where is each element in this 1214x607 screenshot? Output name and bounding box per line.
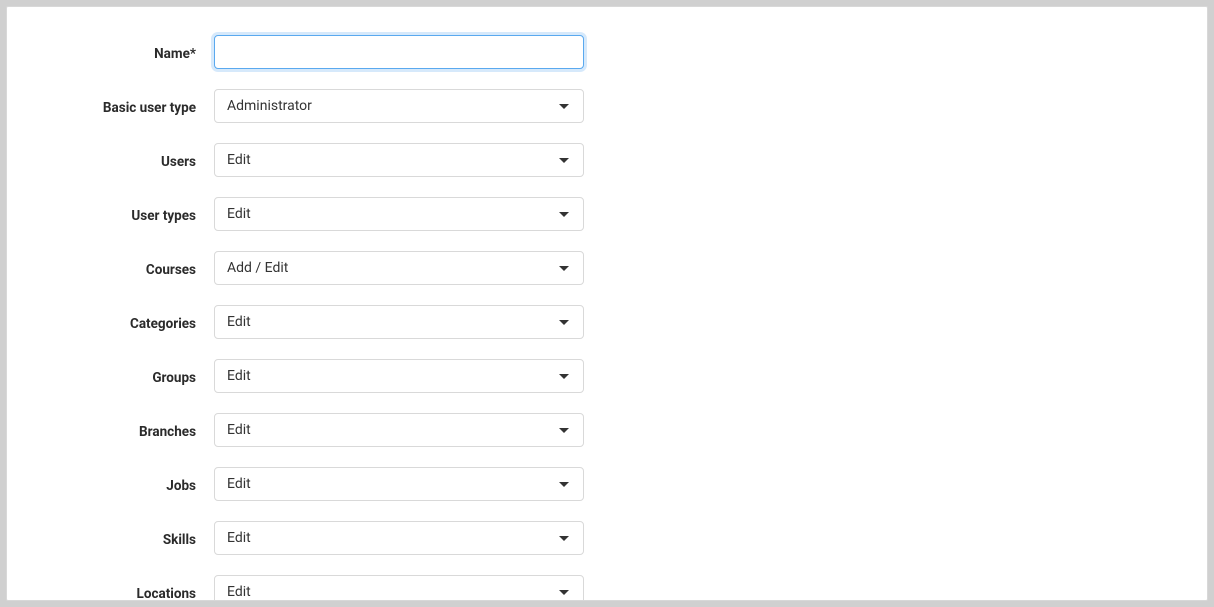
basic-user-type-dropdown[interactable]: Administrator [214,89,584,123]
user-type-form: Name* Basic user type Administrator Users Ed… [7,35,1207,601]
users-control-wrap: Edit [214,143,584,177]
chevron-down-icon [559,158,569,163]
chevron-down-icon [559,536,569,541]
name-control-wrap [214,35,584,69]
branches-dropdown[interactable]: Edit [214,413,584,447]
users-dropdown[interactable]: Edit [214,143,584,177]
locations-control-wrap: Edit [214,575,584,601]
skills-dropdown-value: Edit [227,530,251,546]
groups-dropdown[interactable]: Edit [214,359,584,393]
branches-dropdown-value: Edit [227,422,251,438]
categories-label: Categories [130,316,196,332]
jobs-dropdown-value: Edit [227,476,251,492]
user-types-control-wrap: Edit [214,197,584,231]
basic-user-type-label: Basic user type [103,100,196,116]
chevron-down-icon [559,374,569,379]
form-row-name: Name* [7,35,1207,69]
courses-control-wrap: Add / Edit [214,251,584,285]
chevron-down-icon [559,590,569,595]
basic-user-type-dropdown-value: Administrator [227,98,312,114]
form-row-branches: Branches Edit [7,413,1207,447]
branches-control-wrap: Edit [214,413,584,447]
groups-label: Groups [152,370,196,386]
form-row-user-types: User types Edit [7,197,1207,231]
chevron-down-icon [559,104,569,109]
jobs-label-wrap: Jobs [7,475,214,494]
basic-user-type-control-wrap: Administrator [214,89,584,123]
form-panel: Name* Basic user type Administrator Users Ed… [6,6,1208,601]
courses-dropdown[interactable]: Add / Edit [214,251,584,285]
form-row-skills: Skills Edit [7,521,1207,555]
basic-user-type-label-wrap: Basic user type [7,97,214,116]
courses-label: Courses [146,262,196,278]
users-label-wrap: Users [7,151,214,170]
locations-label: Locations [137,586,196,602]
jobs-control-wrap: Edit [214,467,584,501]
users-dropdown-value: Edit [227,152,251,168]
form-row-jobs: Jobs Edit [7,467,1207,501]
users-label: Users [161,154,196,170]
chevron-down-icon [559,266,569,271]
chevron-down-icon [559,428,569,433]
user-types-label: User types [131,208,196,224]
user-types-dropdown[interactable]: Edit [214,197,584,231]
locations-dropdown[interactable]: Edit [214,575,584,601]
courses-dropdown-value: Add / Edit [227,260,288,276]
locations-dropdown-value: Edit [227,584,251,600]
jobs-dropdown[interactable]: Edit [214,467,584,501]
groups-dropdown-value: Edit [227,368,251,384]
branches-label-wrap: Branches [7,421,214,440]
name-input[interactable] [214,35,584,69]
chevron-down-icon [559,212,569,217]
form-row-locations: Locations Edit [7,575,1207,601]
categories-dropdown[interactable]: Edit [214,305,584,339]
skills-dropdown[interactable]: Edit [214,521,584,555]
jobs-label: Jobs [166,478,196,494]
chevron-down-icon [559,482,569,487]
locations-label-wrap: Locations [7,583,214,602]
user-types-dropdown-value: Edit [227,206,251,222]
categories-control-wrap: Edit [214,305,584,339]
form-row-categories: Categories Edit [7,305,1207,339]
form-row-courses: Courses Add / Edit [7,251,1207,285]
name-label-wrap: Name* [7,43,214,62]
skills-label-wrap: Skills [7,529,214,548]
name-label: Name* [154,46,196,62]
user-types-label-wrap: User types [7,205,214,224]
chevron-down-icon [559,320,569,325]
form-row-users: Users Edit [7,143,1207,177]
skills-control-wrap: Edit [214,521,584,555]
groups-control-wrap: Edit [214,359,584,393]
categories-dropdown-value: Edit [227,314,251,330]
branches-label: Branches [139,424,196,440]
form-row-basic-user-type: Basic user type Administrator [7,89,1207,123]
groups-label-wrap: Groups [7,367,214,386]
skills-label: Skills [163,532,196,548]
categories-label-wrap: Categories [7,313,214,332]
form-row-groups: Groups Edit [7,359,1207,393]
courses-label-wrap: Courses [7,259,214,278]
